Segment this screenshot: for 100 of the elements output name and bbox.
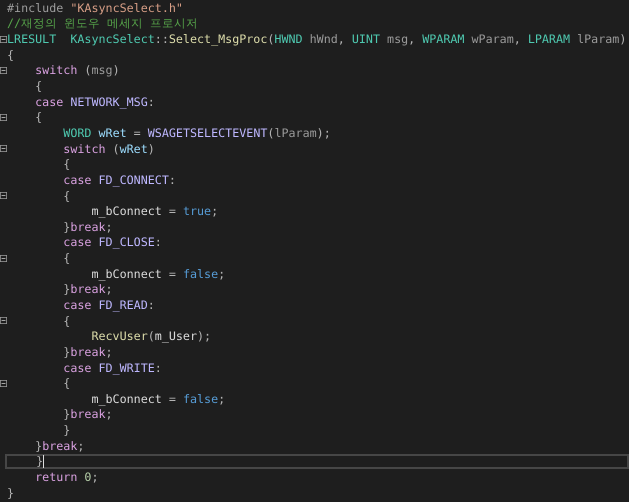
macro-name: WSAGETSELECTEVENT — [148, 126, 268, 140]
parameter-name: msg — [91, 63, 113, 78]
code-punctuation: ; — [77, 438, 84, 453]
keyword: break — [70, 220, 106, 234]
collapse-icon[interactable] — [0, 191, 7, 200]
code-punctuation: ) — [148, 142, 155, 156]
type-name: LPARAM — [528, 32, 570, 46]
code-punctuation: { — [62, 188, 70, 202]
code-punctuation: ; — [91, 470, 98, 484]
text-cursor — [43, 454, 44, 468]
code-punctuation: { — [62, 157, 70, 172]
type-name: WPARAM — [422, 32, 464, 46]
code-punctuation: ( — [112, 142, 120, 156]
code-punctuation: = — [132, 126, 142, 140]
collapse-icon[interactable] — [0, 316, 7, 326]
code-punctuation: ); — [316, 126, 331, 140]
code-editor[interactable] — [0, 0, 629, 502]
parameter-name: lParam — [576, 32, 620, 46]
macro-name: FD_READ — [97, 298, 148, 312]
type-name: WORD — [62, 126, 92, 140]
type-name: LRESULT — [7, 32, 56, 46]
boolean-literal: false — [182, 392, 218, 406]
collapse-icon[interactable] — [0, 144, 7, 154]
code-punctuation: { — [62, 251, 70, 266]
code-punctuation: ; — [106, 407, 113, 422]
code-punctuation: ( — [267, 126, 274, 140]
identifier: m_User — [154, 329, 198, 344]
code-punctuation: = — [168, 392, 177, 406]
keyword: return — [34, 470, 78, 484]
keyword: case — [34, 94, 64, 109]
code-punctuation: ( — [83, 63, 92, 78]
keyword: case — [62, 298, 92, 312]
identifier: m_bConnect — [90, 392, 162, 406]
code-punctuation: } — [62, 407, 70, 422]
code-punctuation: ; — [106, 344, 113, 359]
code-punctuation: , — [338, 32, 346, 46]
collapse-icon[interactable] — [0, 378, 7, 388]
keyword: switch — [62, 142, 106, 156]
code-punctuation: : — [148, 298, 155, 312]
macro-name: FD_CONNECT — [97, 172, 169, 187]
keyword: break — [42, 438, 78, 453]
type-name: HWND — [274, 32, 303, 46]
code-punctuation: , — [514, 32, 522, 46]
collapse-icon[interactable] — [0, 112, 7, 122]
code-punctuation: = — [168, 266, 177, 281]
code-punctuation: : — [154, 360, 162, 375]
number-literal: 0 — [83, 470, 92, 484]
preprocessor-directive: #include — [7, 0, 64, 15]
identifier: m_bConnect — [90, 204, 162, 218]
code-punctuation: ( — [148, 329, 155, 344]
code-punctuation: { — [62, 376, 70, 390]
code-punctuation: { — [34, 110, 42, 124]
parameter-name: hWnd — [308, 32, 338, 46]
code-punctuation: } — [7, 486, 14, 500]
code-punctuation: } — [62, 282, 70, 296]
code-punctuation: ( — [267, 32, 274, 46]
string-literal: "KAsyncSelect.h" — [70, 0, 183, 15]
code-punctuation: :: — [154, 32, 169, 46]
keyword: case — [62, 235, 92, 250]
code-punctuation: } — [62, 344, 70, 359]
code-punctuation: ; — [218, 266, 226, 281]
code-punctuation: ); — [197, 329, 212, 344]
keyword: switch — [34, 63, 78, 78]
collapse-icon[interactable] — [0, 34, 7, 44]
keyword: break — [70, 282, 106, 296]
code-punctuation: ; — [106, 220, 113, 234]
code-punctuation: ; — [211, 204, 218, 218]
code-punctuation: { — [7, 48, 14, 62]
function-name: RecvUser — [90, 329, 148, 344]
code-punctuation: } — [34, 438, 42, 453]
macro-name: FD_CLOSE — [97, 235, 155, 250]
code-punctuation: } — [35, 454, 44, 468]
parameter-name: msg — [386, 32, 408, 46]
code-punctuation: : — [148, 94, 155, 109]
code-comment: //재정의 윈도우 메세지 프로시저 — [7, 16, 198, 31]
macro-name: FD_WRITE — [97, 360, 155, 375]
code-punctuation: ) — [112, 63, 120, 78]
collapse-icon[interactable] — [0, 66, 7, 75]
variable-name: wRet — [120, 142, 148, 156]
variable-name: wRet — [97, 126, 127, 140]
code-punctuation: : — [154, 235, 162, 250]
code-punctuation: ) — [619, 32, 626, 46]
identifier: m_bConnect — [90, 266, 162, 281]
boolean-literal: false — [182, 266, 218, 281]
macro-name: NETWORK_MSG — [69, 94, 148, 109]
parameter-name: wParam — [470, 32, 514, 46]
keyword: break — [70, 344, 106, 359]
collapse-icon[interactable] — [0, 254, 7, 263]
boolean-literal: true — [182, 204, 212, 218]
type-name: KAsyncSelect — [69, 32, 155, 46]
keyword: break — [70, 407, 106, 422]
code-punctuation: : — [168, 172, 176, 187]
code-punctuation: { — [62, 314, 70, 328]
code-punctuation: { — [34, 79, 42, 94]
keyword: case — [62, 172, 92, 187]
code-punctuation: } — [62, 220, 70, 234]
code-punctuation: ; — [106, 282, 113, 296]
code-punctuation: } — [62, 423, 70, 438]
keyword: case — [62, 360, 92, 375]
code-punctuation: ; — [218, 392, 226, 406]
